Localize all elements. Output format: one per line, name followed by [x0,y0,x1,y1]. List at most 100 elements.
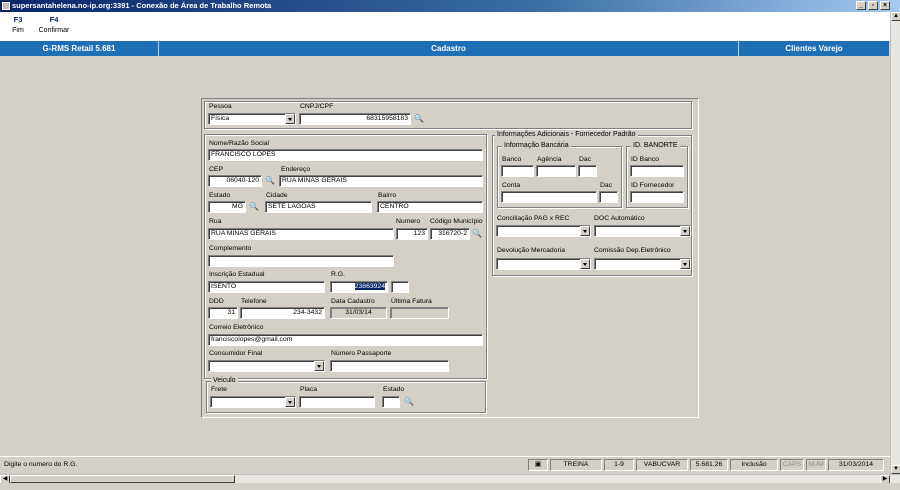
ultfat-field [390,307,449,319]
banco-label: Banco [502,156,522,163]
cep-search-icon[interactable]: 🔍 [264,175,276,187]
placa-label: Placa [300,386,318,393]
veiculo-estado-label: Estado [383,386,405,393]
ddd-input[interactable]: 31 [208,307,238,319]
ie-input[interactable]: ISENTO [208,281,325,293]
idbanco-input[interactable] [630,165,684,177]
minimize-button[interactable]: _ [856,1,866,10]
datacad-field: 31/03/14 [330,307,387,319]
frete-select[interactable] [210,396,296,408]
ddd-label: DDD [209,298,224,305]
email-input[interactable]: franciscolopes@gmail.com [208,334,483,346]
estado-label: Estado [209,192,231,199]
consumidor-select[interactable] [208,360,325,372]
comissao-select[interactable] [594,258,691,270]
chevron-down-icon[interactable] [680,259,690,269]
dac-label: Dac [579,156,592,163]
docauto-select[interactable] [594,225,691,237]
confirmar-label: Confirmar [38,27,70,34]
fim-key: F3 [13,15,23,24]
veiculo-estado-search-icon[interactable]: 🔍 [403,396,415,408]
banco-input[interactable] [501,165,534,177]
fim-label: Fim [12,27,24,34]
devolucao-label: Devolução Mercadoria [497,247,566,254]
rg-input[interactable]: 23863924 [330,281,388,293]
chevron-down-icon[interactable] [580,259,590,269]
telefone-input[interactable]: 234-3432 [240,307,325,319]
cep-input[interactable]: 06040-120 [208,175,262,187]
status-date: 31/03/2014 [828,459,884,471]
rua-input[interactable]: RUA MINAS GERAIS [208,228,394,240]
cnpj-label: CNPJ/CPF [300,103,334,110]
veiculo-estado-input[interactable] [382,396,400,408]
horizontal-scrollbar[interactable]: ◀ ▶ [0,474,900,484]
docauto-label: DOC Automático [594,215,645,222]
chevron-down-icon[interactable] [314,361,324,371]
conciliacao-select[interactable] [496,225,591,237]
idbanco-label: ID Banco [631,156,659,163]
ie-label: Inscrição Estadual [209,271,265,278]
app-version-header: G-RMS Retail 5.681 [0,41,159,56]
status-message: Digite o numero do R.G. [4,461,78,468]
screen-title-header: Cadastro [159,41,739,56]
conta-input[interactable] [501,191,597,203]
pessoa-select[interactable]: Física [208,113,296,125]
vertical-scrollbar[interactable]: ▲ ▼ [890,12,900,474]
clipboard-icon[interactable]: ▣ [528,459,548,471]
email-label: Correio Eletrônico [209,324,264,331]
dac-input[interactable] [578,165,597,177]
module-header: Clientes Varejo [739,41,890,56]
banorte-title: ID. BANORTE [631,142,680,149]
idforn-input[interactable] [630,191,684,203]
chevron-down-icon[interactable] [680,226,690,236]
estado-input[interactable]: MG [208,201,246,213]
comissao-label: Comissão Dep.Eletrônico [594,247,671,254]
endereco-input[interactable]: RUA MINAS GERAIS [279,175,483,187]
pessoa-label: Pessoa [209,103,232,110]
close-button[interactable]: × [880,1,890,10]
fim-button[interactable]: F3 Fim [8,15,28,34]
endereco-label: Endereço [281,166,311,173]
bairro-input[interactable]: CENTRO [377,201,483,213]
rg-value-selected: 23863924 [354,283,385,290]
codmun-input[interactable]: 316720-2 [430,228,470,240]
status-database: TREINA [550,459,602,471]
complemento-label: Complemento [209,245,252,252]
cnpj-input[interactable]: 68315958183 [299,113,411,125]
numero-label: Numero [396,218,421,225]
agencia-input[interactable] [536,165,576,177]
status-bar: Digite o numero do R.G. ▣ TREINA 1-9 VAB… [0,456,900,472]
confirmar-button[interactable]: F4 Confirmar [36,15,72,34]
telefone-label: Telefone [241,298,267,305]
rg-uf-input[interactable] [391,281,409,293]
idforn-label: ID Fornecedor [631,182,675,189]
binoculars-search-icon[interactable]: 🔍 [413,113,425,125]
chevron-down-icon[interactable] [285,114,295,124]
codmun-search-icon[interactable]: 🔍 [471,228,483,240]
scroll-down-icon[interactable]: ▼ [891,465,900,474]
status-version: 5.681.26 [690,459,728,471]
chevron-down-icon[interactable] [580,226,590,236]
scroll-thumb[interactable] [10,475,235,483]
devolucao-select[interactable] [496,258,591,270]
nome-input[interactable]: FRANCISCO LOPES [208,149,483,161]
codmun-label: Código Município [430,218,483,225]
placa-input[interactable] [299,396,375,408]
restore-button[interactable]: ▫ [868,1,878,10]
estado-search-icon[interactable]: 🔍 [248,201,260,213]
complemento-input[interactable] [208,255,394,267]
passaporte-input[interactable] [330,360,449,372]
confirmar-key: F4 [49,15,59,24]
scroll-up-icon[interactable]: ▲ [891,12,900,21]
cidade-input[interactable]: SETE LAGOAS [265,201,372,213]
numero-input[interactable]: 123 [396,228,428,240]
cidade-label: Cidade [266,192,288,199]
status-mode: Inclusão [730,459,778,471]
passaporte-label: Número Passaporte [331,350,392,357]
status-caps: CAPS [780,459,804,471]
window-bottom-border [0,483,900,490]
dac2-input[interactable] [599,191,618,203]
chevron-down-icon[interactable] [285,397,295,407]
dac2-label: Dac [600,182,613,189]
ultfat-label: Última Fatura [391,298,432,305]
